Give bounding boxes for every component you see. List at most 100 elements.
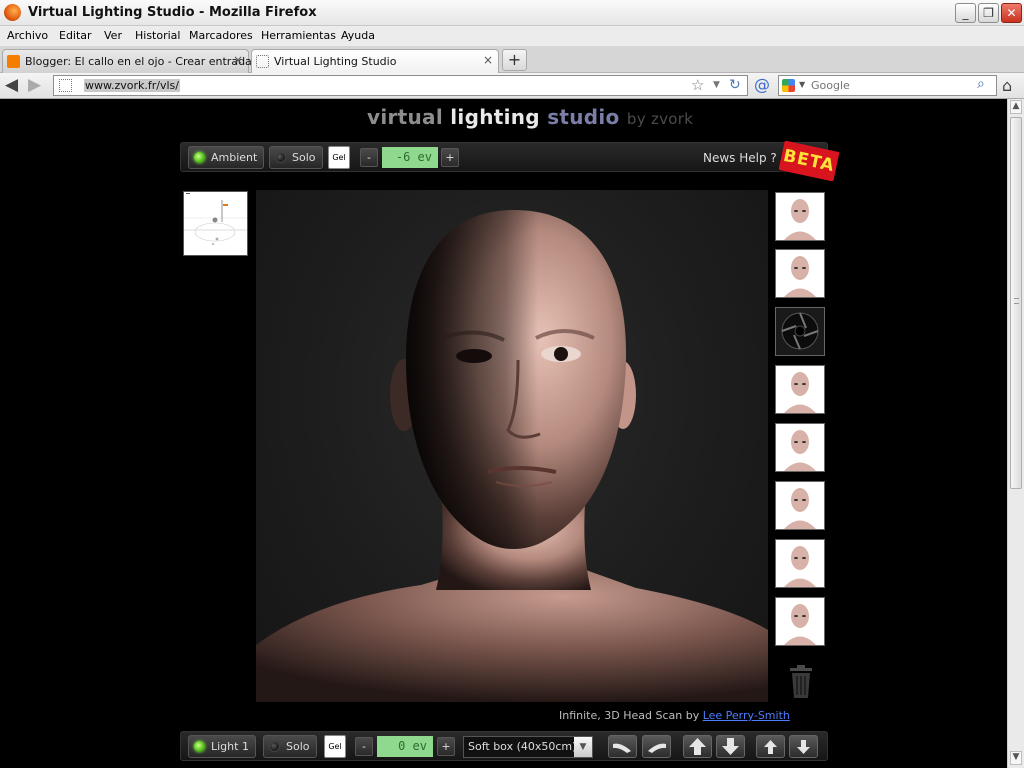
tab-virtual-lighting-studio[interactable]: Virtual Lighting Studio × — [251, 49, 499, 73]
ev-decrease-button[interactable]: - — [360, 148, 378, 167]
url-text: www.zvork.fr/vls/ — [84, 79, 180, 92]
vertical-scrollbar[interactable]: ▲ ▼ — [1007, 99, 1024, 768]
scrollbar-thumb[interactable] — [1010, 117, 1022, 489]
light-type-value: Soft box (40x50cm) — [468, 740, 577, 753]
logo-byline: by zvork — [626, 110, 694, 128]
search-input[interactable] — [811, 78, 971, 93]
rendered-head-image — [256, 210, 768, 702]
tab-close-icon[interactable]: × — [483, 53, 493, 67]
credit-text: Infinite, 3D Head Scan by — [559, 709, 703, 722]
menu-ver[interactable]: Ver — [104, 29, 122, 42]
ev-value[interactable]: -6 ev — [382, 147, 438, 168]
preset-thumbnail[interactable] — [775, 365, 825, 414]
move-up-button[interactable] — [683, 735, 712, 758]
light-ev-value[interactable]: 0 ev — [377, 736, 433, 757]
arrow-down-icon — [722, 738, 739, 755]
menu-historial[interactable]: Historial — [135, 29, 180, 42]
page-icon — [256, 55, 269, 68]
preset-thumbnail[interactable] — [775, 539, 825, 588]
rotate-left-button[interactable] — [608, 735, 637, 758]
logo-word-studio: studio — [547, 105, 620, 129]
history-dropdown-icon[interactable]: ▼ — [713, 80, 720, 90]
light-toolbar: Light 1 Solo Gel - 0 ev + Soft box (40x5… — [180, 731, 828, 761]
curve-left-icon — [613, 743, 631, 753]
tilt-up-button[interactable] — [756, 735, 785, 758]
site-logo: virtual lighting studio by zvork — [367, 105, 693, 129]
arrow-down-small-icon — [797, 740, 810, 754]
rotate-right-button[interactable] — [642, 735, 671, 758]
ambient-label: Ambient — [211, 151, 258, 164]
site-identity-icon[interactable] — [59, 79, 72, 92]
light-ev-decrease-button[interactable]: - — [355, 737, 373, 756]
maximize-button[interactable]: ❐ — [978, 3, 999, 23]
address-bar[interactable]: www.zvork.fr/vls/ ☆ ▼ ↻ — [53, 75, 748, 96]
preset-thumbnail[interactable] — [775, 249, 825, 298]
arrow-up-small-icon — [764, 740, 777, 754]
window-title: Virtual Lighting Studio - Mozilla Firefo… — [28, 5, 317, 20]
led-off-icon — [275, 152, 286, 163]
back-arrow-icon[interactable]: ◀ — [5, 76, 18, 94]
trash-icon[interactable] — [788, 665, 814, 699]
tilt-down-button[interactable] — [789, 735, 818, 758]
arrow-up-icon — [689, 738, 706, 755]
tab-label: Virtual Lighting Studio — [274, 55, 397, 68]
preset-thumbnail[interactable] — [775, 481, 825, 530]
search-engine-dropdown-icon[interactable]: ▼ — [799, 80, 805, 89]
ambient-toggle-button[interactable]: Ambient — [188, 146, 265, 169]
ev-increase-button[interactable]: + — [441, 148, 459, 167]
search-magnifier-icon[interactable]: ⌕ — [977, 76, 985, 92]
close-window-button[interactable]: ✕ — [1001, 3, 1022, 23]
reload-icon[interactable]: ↻ — [729, 77, 741, 93]
tab-blogger[interactable]: Blogger: El callo en el ojo - Crear entr… — [2, 49, 252, 73]
studio-minimap[interactable] — [183, 191, 248, 256]
move-down-button[interactable] — [716, 735, 745, 758]
page-viewport: virtual lighting studio by zvork Ambient… — [0, 99, 1007, 768]
aperture-icon — [781, 312, 819, 350]
tab-close-icon[interactable]: × — [233, 53, 243, 67]
home-icon[interactable]: ⌂ — [1002, 76, 1012, 95]
curve-right-icon — [648, 743, 666, 753]
menu-editar[interactable]: Editar — [59, 29, 92, 42]
menu-ayuda[interactable]: Ayuda — [341, 29, 375, 42]
light-type-select[interactable]: Soft box (40x50cm) ▼ — [463, 736, 593, 758]
new-tab-button[interactable]: + — [502, 49, 527, 71]
window-titlebar: Virtual Lighting Studio - Mozilla Firefo… — [0, 0, 1024, 26]
scroll-down-arrow-icon[interactable]: ▼ — [1010, 751, 1022, 765]
navigation-bar: ◀ ▶ www.zvork.fr/vls/ ☆ ▼ ↻ @ ▼ ⌕ ⌂ — [0, 73, 1024, 99]
preset-thumbnail[interactable] — [775, 423, 825, 472]
solo-label: Solo — [292, 151, 316, 164]
menu-archivo[interactable]: Archivo — [7, 29, 48, 42]
minimize-button[interactable]: _ — [955, 3, 976, 23]
light-ev-increase-button[interactable]: + — [437, 737, 455, 756]
menu-bar: Archivo Editar Ver Historial Marcadores … — [0, 26, 1024, 46]
credit-author-link[interactable]: Lee Perry-Smith — [703, 709, 790, 722]
solo-label: Solo — [286, 740, 310, 753]
preset-thumbnail[interactable] — [775, 192, 825, 241]
blogger-icon — [7, 55, 20, 68]
addon-swirl-icon[interactable]: @ — [754, 77, 770, 93]
led-on-icon — [194, 152, 205, 163]
chevron-down-icon[interactable]: ▼ — [574, 737, 592, 757]
light-solo-toggle-button[interactable]: Solo — [263, 735, 317, 758]
light-gel-button[interactable]: Gel — [324, 735, 346, 758]
search-bar[interactable]: ▼ ⌕ — [778, 75, 997, 96]
bookmark-star-icon[interactable]: ☆ — [691, 76, 704, 94]
light-toggle-button[interactable]: Light 1 — [188, 735, 256, 758]
forward-arrow-icon[interactable]: ▶ — [28, 76, 41, 94]
firefox-icon — [4, 4, 21, 21]
render-viewport[interactable] — [256, 190, 768, 702]
menu-marcadores[interactable]: Marcadores — [189, 29, 253, 42]
scroll-up-arrow-icon[interactable]: ▲ — [1010, 100, 1022, 114]
solo-toggle-button[interactable]: Solo — [269, 146, 323, 169]
logo-word-virtual: virtual — [367, 105, 444, 129]
google-icon[interactable] — [782, 79, 795, 92]
menu-herramientas[interactable]: Herramientas — [261, 29, 336, 42]
led-off-icon — [269, 741, 280, 752]
led-on-icon — [194, 741, 205, 752]
preset-thumbnail[interactable] — [775, 597, 825, 646]
preset-thumbnail-aperture[interactable] — [775, 307, 825, 356]
logo-word-lighting: lighting — [450, 105, 540, 129]
light-label: Light 1 — [211, 740, 249, 753]
news-help-links[interactable]: News Help ? — [703, 151, 777, 165]
gel-button[interactable]: Gel — [328, 146, 350, 169]
